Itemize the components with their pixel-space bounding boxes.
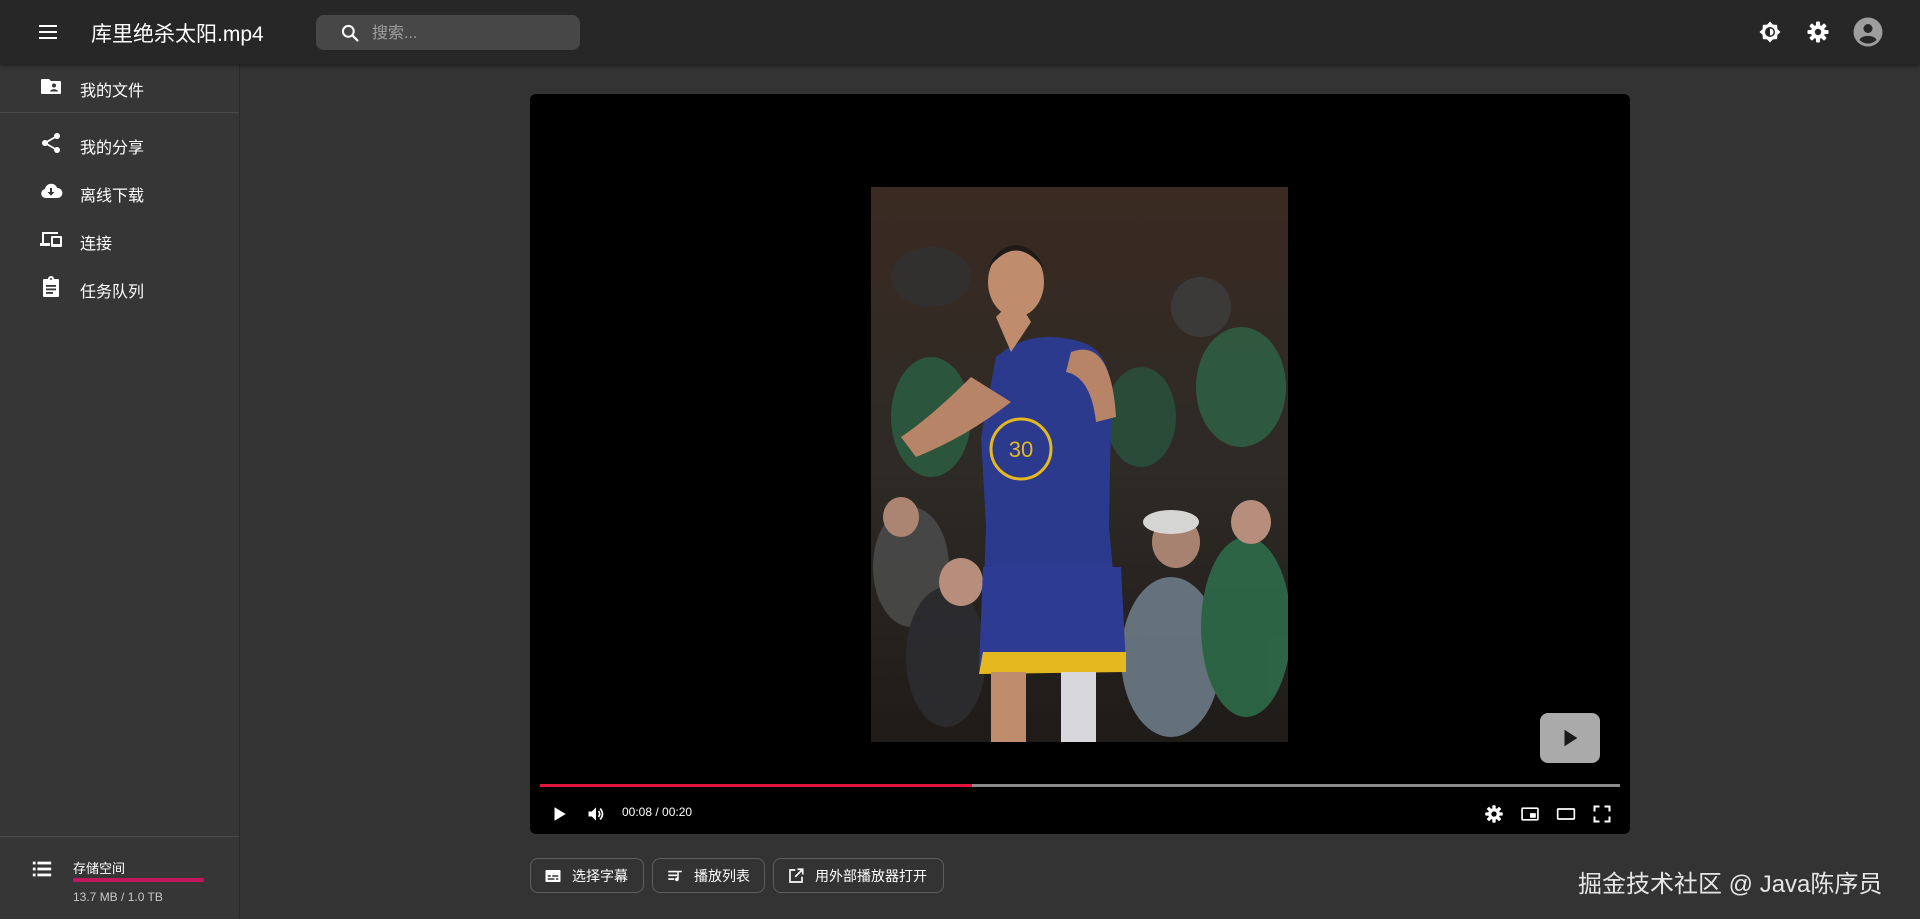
storage-divider xyxy=(0,836,239,837)
volume-button[interactable] xyxy=(583,801,609,827)
search-icon xyxy=(341,24,359,42)
search-input[interactable] xyxy=(370,15,570,52)
open-external-player-button[interactable]: 用外部播放器打开 xyxy=(773,858,944,893)
storage-progress-fill xyxy=(73,878,204,882)
account-avatar-icon[interactable] xyxy=(1853,17,1883,47)
app-bar: 库里绝杀太阳.mp4 xyxy=(0,0,1920,64)
button-label: 选择字幕 xyxy=(572,867,628,884)
open-in-new-icon xyxy=(789,867,804,883)
video-frame[interactable]: 30 xyxy=(871,187,1288,742)
share-icon xyxy=(42,133,60,153)
subtitles-icon xyxy=(545,869,561,882)
sidebar-item-label: 任务队列 xyxy=(80,284,145,301)
menu-icon[interactable] xyxy=(30,17,66,47)
progress-bar[interactable] xyxy=(540,784,1620,787)
video-player[interactable]: 30 00:08 / 00:20 xyxy=(530,94,1630,834)
sidebar-item-offline-download[interactable]: 离线下载 xyxy=(0,169,239,213)
progress-played xyxy=(540,784,972,787)
play-icon xyxy=(554,807,566,821)
sidebar-item-task-queue[interactable]: 任务队列 xyxy=(0,265,239,309)
picture-in-picture-button[interactable] xyxy=(1517,801,1543,827)
clipboard-list-icon xyxy=(43,276,59,297)
storage-icon xyxy=(32,861,52,877)
select-subtitle-button[interactable]: 选择字幕 xyxy=(530,858,644,893)
sidebar: 我的文件 我的分享 离线下载 连接 任务队列 存储空间 13.7 MB / 1.… xyxy=(0,64,240,919)
svg-text:30: 30 xyxy=(1009,437,1033,462)
playlist-icon xyxy=(668,870,682,881)
sidebar-item-label: 我的文件 xyxy=(80,83,145,100)
settings-icon xyxy=(1485,805,1503,823)
play-icon xyxy=(1564,729,1578,747)
watermark: 掘金技术社区 @ Java陈序员 xyxy=(1578,871,1883,898)
player-settings-button[interactable] xyxy=(1481,801,1507,827)
theater-mode-button[interactable] xyxy=(1553,801,1579,827)
sidebar-item-label: 连接 xyxy=(80,236,113,253)
button-label: 播放列表 xyxy=(694,867,750,884)
sidebar-item-my-files[interactable]: 我的文件 xyxy=(0,64,239,108)
play-button[interactable] xyxy=(546,801,572,827)
button-label: 用外部播放器打开 xyxy=(815,867,927,884)
sidebar-item-label: 离线下载 xyxy=(80,188,145,205)
theme-toggle-icon[interactable] xyxy=(1755,17,1785,47)
sidebar-item-my-shares[interactable]: 我的分享 xyxy=(0,121,239,165)
storage-usage-text: 13.7 MB / 1.0 TB xyxy=(73,890,163,904)
settings-icon[interactable] xyxy=(1803,17,1833,47)
storage-label: 存储空间 xyxy=(73,861,126,876)
storage-progress-bar xyxy=(73,878,204,882)
playlist-button[interactable]: 播放列表 xyxy=(652,858,765,893)
volume-icon xyxy=(588,807,604,821)
big-play-button[interactable] xyxy=(1540,713,1600,763)
storage-usage[interactable]: 存储空间 13.7 MB / 1.0 TB xyxy=(0,848,239,918)
sidebar-divider xyxy=(0,112,239,113)
theater-mode-icon xyxy=(1556,808,1576,820)
fullscreen-icon xyxy=(1593,805,1611,823)
sidebar-item-connections[interactable]: 连接 xyxy=(0,217,239,261)
folder-account-icon xyxy=(41,79,61,94)
picture-in-picture-icon xyxy=(1521,807,1539,821)
devices-icon xyxy=(40,232,62,247)
search-box[interactable] xyxy=(316,15,580,52)
sidebar-item-label: 我的分享 xyxy=(80,140,145,157)
fullscreen-button[interactable] xyxy=(1589,801,1615,827)
cloud-download-icon xyxy=(41,183,63,198)
time-display: 00:08 / 00:20 xyxy=(622,805,693,819)
page-title: 库里绝杀太阳.mp4 xyxy=(91,23,264,46)
